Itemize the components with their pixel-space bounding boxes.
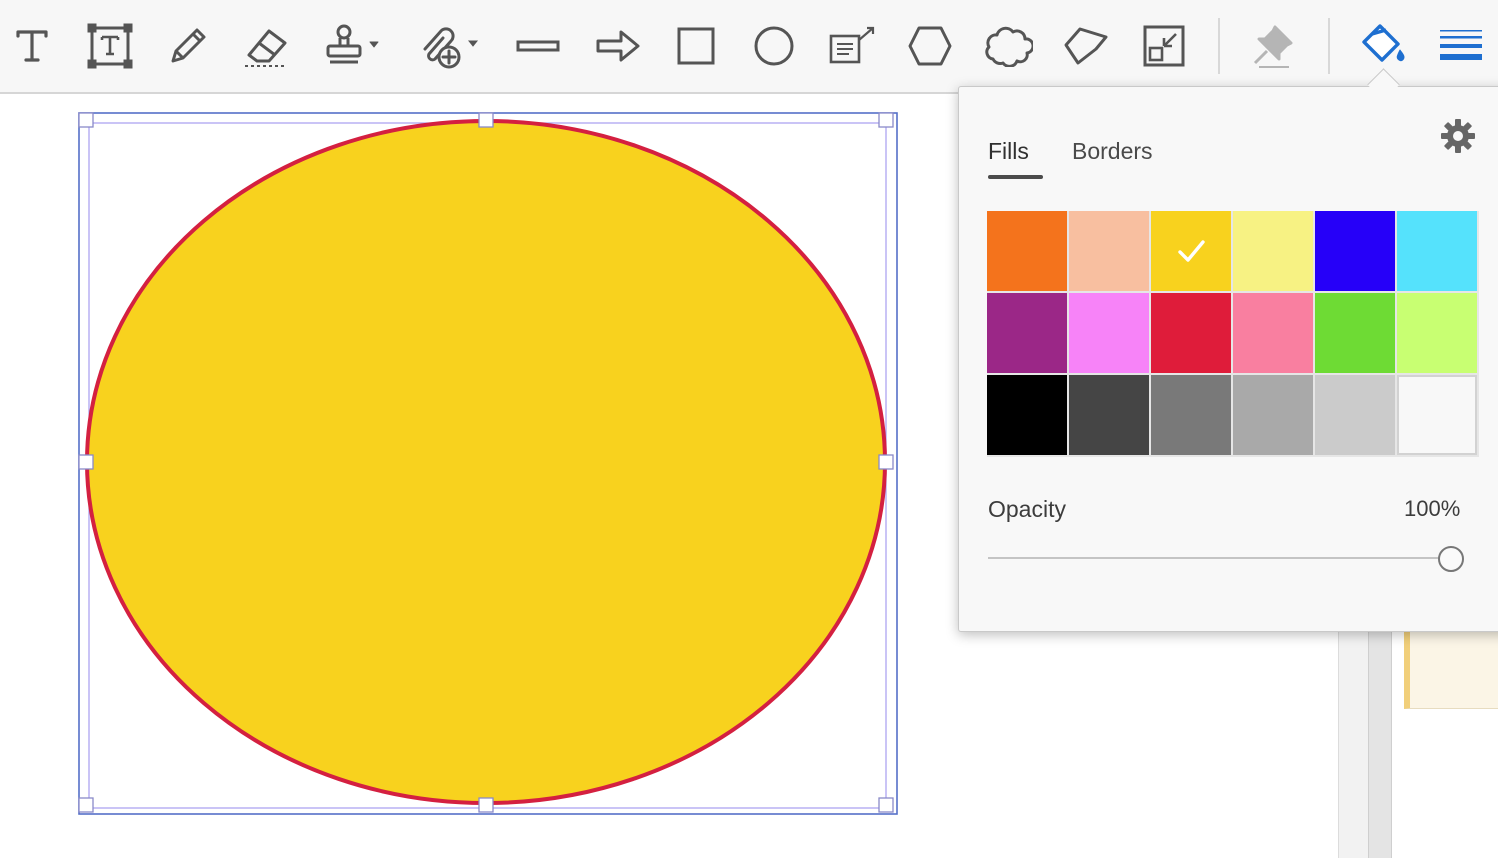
opacity-value: 100% bbox=[1404, 496, 1461, 521]
color-swatch[interactable] bbox=[987, 375, 1067, 455]
resize-handle-top-left bbox=[78, 112, 94, 128]
popover-settings[interactable] bbox=[1440, 118, 1476, 154]
resize-handle-bottom-right bbox=[878, 797, 894, 813]
resize-handle-bottom bbox=[478, 797, 494, 813]
color-swatch[interactable] bbox=[1233, 375, 1313, 455]
opacity-label: Opacity bbox=[988, 496, 1066, 522]
color-swatch[interactable] bbox=[1315, 293, 1395, 373]
color-swatch[interactable] bbox=[1397, 293, 1477, 373]
active-tab-indicator bbox=[988, 175, 1043, 179]
resize-handle-top bbox=[478, 112, 494, 128]
color-swatch[interactable] bbox=[1069, 293, 1149, 373]
color-swatch[interactable] bbox=[1151, 375, 1231, 455]
resize-handle-bottom-left bbox=[78, 797, 94, 813]
color-swatch[interactable] bbox=[1397, 211, 1477, 291]
color-swatch[interactable] bbox=[1151, 211, 1231, 291]
swatch-no-fill[interactable] bbox=[1397, 375, 1477, 455]
color-swatch[interactable] bbox=[1069, 211, 1149, 291]
color-swatch[interactable] bbox=[1315, 375, 1395, 455]
color-swatch[interactable] bbox=[987, 211, 1067, 291]
resize-handle-top-right bbox=[878, 112, 894, 128]
color-swatch[interactable] bbox=[1069, 375, 1149, 455]
color-swatch[interactable] bbox=[1151, 293, 1231, 373]
opacity-slider-knob[interactable] bbox=[1438, 546, 1464, 572]
color-swatch-grid bbox=[987, 211, 1479, 457]
resize-handle-right bbox=[878, 454, 894, 470]
color-swatch[interactable] bbox=[1315, 211, 1395, 291]
gear-icon bbox=[1441, 119, 1475, 153]
opacity-slider-track[interactable] bbox=[988, 557, 1450, 559]
ellipse-shape bbox=[85, 119, 887, 805]
color-swatch[interactable] bbox=[1233, 293, 1313, 373]
tab-fills[interactable]: Fills bbox=[988, 138, 1029, 165]
resize-handle-left bbox=[78, 454, 94, 470]
color-swatch[interactable] bbox=[987, 293, 1067, 373]
tab-borders[interactable]: Borders bbox=[1072, 138, 1153, 165]
color-swatch[interactable] bbox=[1233, 211, 1313, 291]
checkmark-icon bbox=[1178, 240, 1205, 262]
